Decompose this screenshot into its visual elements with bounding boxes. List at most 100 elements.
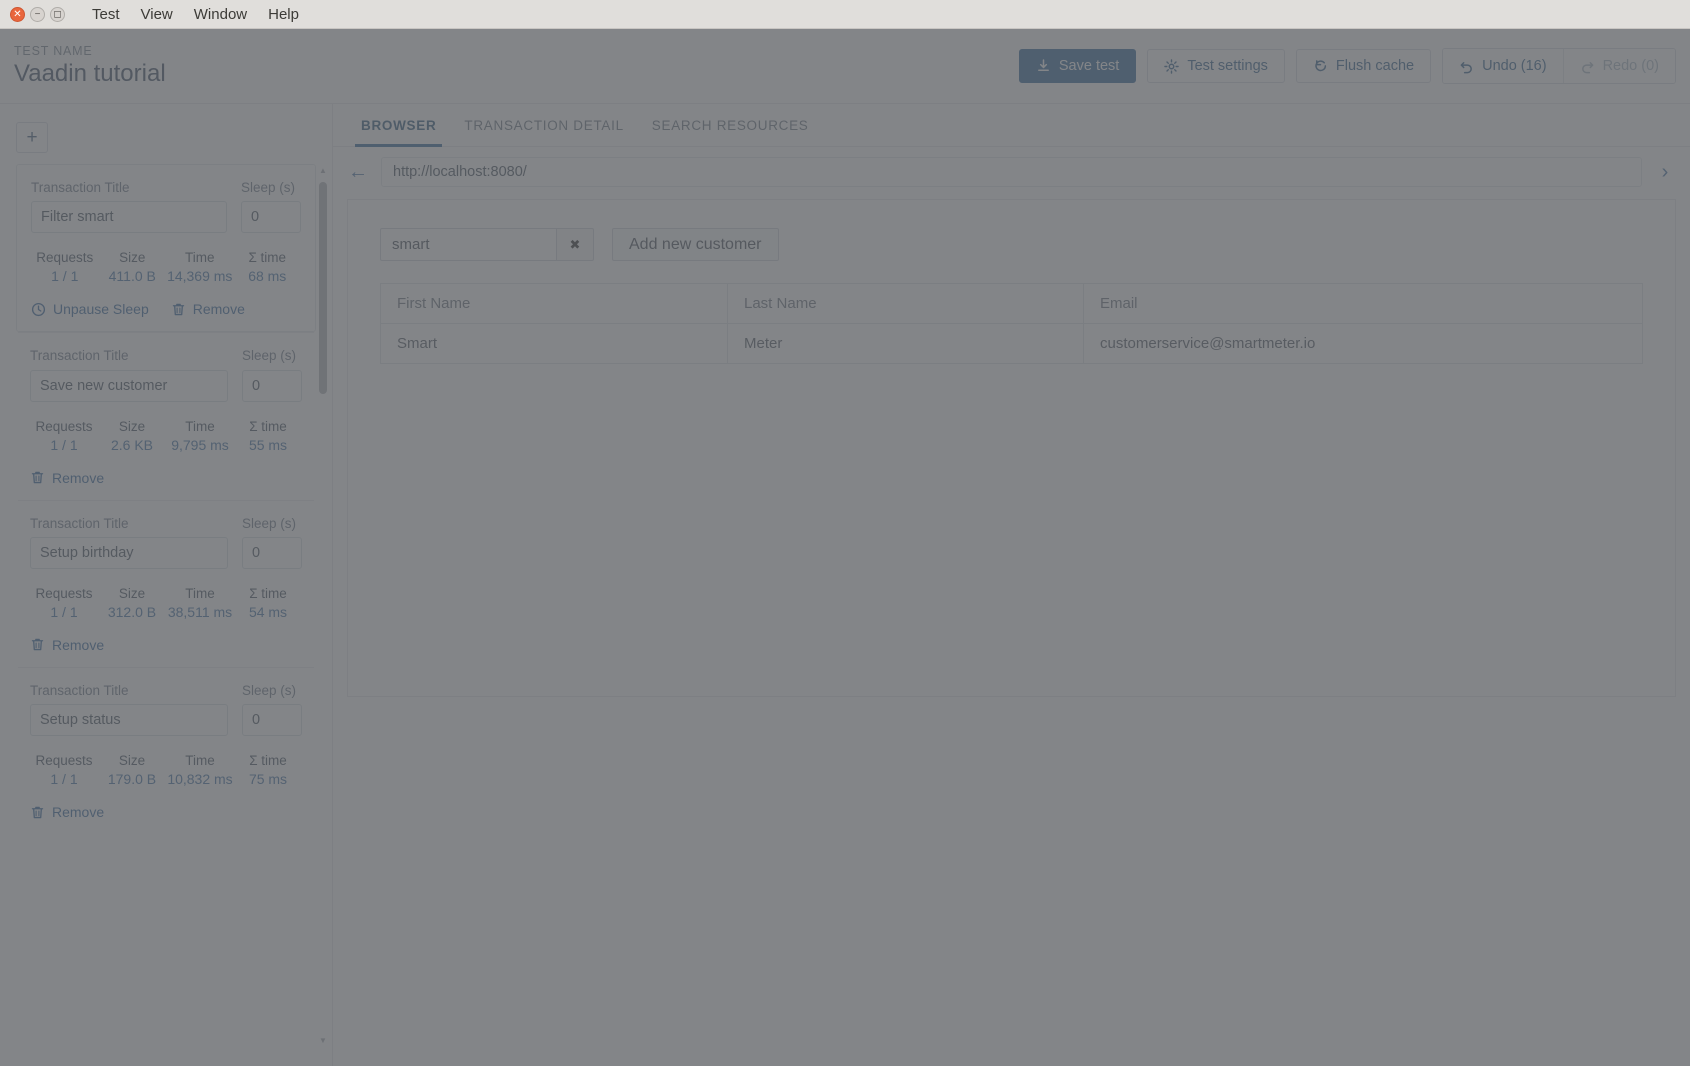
loader-bar bbox=[1014, 392, 1023, 432]
transaction-stats: Requests 1 / 1 Size 411.0 B Time 14,369 ms Σ t… bbox=[31, 250, 301, 284]
sleep-field: Sleep (s) 0 bbox=[241, 179, 301, 234]
stat-time: Time 38,511 ms bbox=[167, 585, 233, 620]
customer-search: smart ✖ bbox=[380, 228, 594, 261]
flush-icon bbox=[1313, 59, 1328, 74]
unpause-sleep-action[interactable]: Unpause Sleep bbox=[31, 301, 149, 317]
transaction-title-field: Transaction Title Setup status bbox=[30, 682, 228, 737]
sleep-input[interactable]: 0 bbox=[242, 704, 302, 737]
sleep-label: Sleep (s) bbox=[241, 180, 296, 195]
stat-requests: Requests 1 / 1 bbox=[36, 250, 94, 285]
redo-icon bbox=[1580, 59, 1595, 74]
loading-indicator-icon bbox=[348, 368, 1675, 432]
stat-size: Size 312.0 B bbox=[107, 585, 157, 620]
main-panel: BROWSER TRANSACTION DETAIL SEARCH RESOUR… bbox=[333, 104, 1690, 1066]
app-window: TEST NAME Vaadin tutorial Save test Test… bbox=[0, 29, 1690, 1066]
sleep-input[interactable]: 0 bbox=[241, 201, 301, 234]
stat-requests: Requests 1 / 1 bbox=[35, 753, 93, 788]
transaction-card[interactable]: Transaction Title Filter smart Sleep (s) 0 R… bbox=[16, 164, 316, 333]
window-titlebar: ✕ − ◻ Test View Window Help bbox=[0, 0, 1690, 29]
sleep-field: Sleep (s) 0 bbox=[242, 515, 302, 569]
transaction-stats: Requests 1 / 1 Size 312.0 B Time 38,511 ms Σ t… bbox=[30, 586, 302, 620]
window-controls: ✕ − ◻ bbox=[10, 6, 65, 22]
menu-item-help[interactable]: Help bbox=[268, 6, 299, 23]
transaction-title-label: Transaction Title bbox=[30, 682, 129, 698]
sidebar-scrollbar[interactable]: ▲ ▼ bbox=[316, 164, 330, 1046]
transaction-title-input[interactable]: Filter smart bbox=[31, 201, 227, 234]
transaction-title-field: Transaction Title Setup birthday bbox=[30, 515, 228, 569]
close-icon[interactable]: ✕ bbox=[10, 6, 25, 22]
menu-item-test[interactable]: Test bbox=[92, 6, 120, 23]
remove-transaction-action[interactable]: Remove bbox=[30, 804, 104, 820]
redo-button: Redo (0) bbox=[1562, 49, 1675, 83]
menu-item-view[interactable]: View bbox=[141, 6, 173, 23]
test-name-label: TEST NAME bbox=[14, 44, 93, 58]
transaction-card[interactable]: Transaction Title Setup status Sleep (s) 0 R… bbox=[16, 668, 316, 834]
remove-transaction-action[interactable]: Remove bbox=[30, 470, 104, 486]
maximize-icon[interactable]: ◻ bbox=[50, 6, 65, 22]
search-input[interactable]: smart bbox=[380, 228, 556, 261]
grid-col-email[interactable]: Email bbox=[1084, 284, 1642, 324]
clear-x-icon[interactable]: ✖ bbox=[556, 228, 594, 261]
scroll-up-icon[interactable]: ▲ bbox=[316, 164, 330, 176]
stat-time: Time 10,832 ms bbox=[167, 753, 233, 788]
header-toolbar: Save test Test settings Flush cache Undo… bbox=[1018, 48, 1676, 84]
remove-label: Remove bbox=[52, 804, 105, 821]
transaction-fields: Transaction Title Save new customer Sleep … bbox=[30, 347, 302, 402]
flush-cache-button[interactable]: Flush cache bbox=[1295, 49, 1432, 83]
tab-browser[interactable]: BROWSER bbox=[347, 104, 450, 147]
grid-col-first-name[interactable]: First Name bbox=[381, 284, 728, 324]
stat-sum-time: Σ time 75 ms bbox=[248, 753, 288, 788]
flush-cache-label: Flush cache bbox=[1335, 58, 1415, 74]
remove-transaction-action[interactable]: Remove bbox=[30, 637, 104, 653]
transaction-fields: Transaction Title Setup birthday Sleep (s)… bbox=[30, 515, 302, 569]
trash-icon bbox=[30, 637, 45, 652]
sleep-input[interactable]: 0 bbox=[242, 369, 302, 402]
transaction-title-field: Transaction Title Filter smart bbox=[31, 179, 227, 234]
main-tabs: BROWSER TRANSACTION DETAIL SEARCH RESOUR… bbox=[333, 104, 1690, 147]
transaction-title-label: Transaction Title bbox=[31, 180, 130, 195]
sleep-input[interactable]: 0 bbox=[242, 536, 302, 569]
add-transaction-button[interactable]: + bbox=[16, 122, 48, 153]
trash-icon bbox=[30, 470, 45, 485]
transaction-stats: Requests 1 / 1 Size 2.6 KB Time 9,795 ms Σ tim… bbox=[30, 419, 302, 453]
tab-transaction-detail[interactable]: TRANSACTION DETAIL bbox=[450, 104, 637, 146]
transaction-title-input[interactable]: Save new customer bbox=[30, 369, 228, 402]
tab-search-resources[interactable]: SEARCH RESOURCES bbox=[638, 104, 823, 146]
stat-time: Time 9,795 ms bbox=[171, 418, 229, 453]
transaction-card[interactable]: Transaction Title Setup birthday Sleep (s)… bbox=[16, 501, 316, 667]
minimize-icon[interactable]: − bbox=[30, 6, 45, 22]
transaction-title-label: Transaction Title bbox=[30, 348, 129, 364]
menu-item-window[interactable]: Window bbox=[194, 6, 247, 23]
trash-icon bbox=[30, 805, 45, 820]
grid-col-last-name[interactable]: Last Name bbox=[728, 284, 1084, 324]
remove-label: Remove bbox=[52, 469, 105, 486]
app-body: + Transaction Title Filter smart Sleep (s)… bbox=[0, 104, 1690, 1066]
arrow-left-icon[interactable]: ← bbox=[347, 162, 369, 182]
loader-bar bbox=[972, 414, 981, 432]
stat-requests: Requests 1 / 1 bbox=[35, 418, 93, 453]
test-settings-button[interactable]: Test settings bbox=[1147, 49, 1285, 83]
test-settings-label: Test settings bbox=[1187, 58, 1268, 74]
scroll-down-icon[interactable]: ▼ bbox=[316, 1034, 330, 1046]
url-input[interactable]: http://localhost:8080/ bbox=[381, 157, 1642, 187]
undo-button[interactable]: Undo (16) bbox=[1443, 49, 1563, 83]
add-new-customer-button[interactable]: Add new customer bbox=[612, 228, 779, 261]
test-identity: TEST NAME Vaadin tutorial bbox=[14, 44, 166, 88]
arrow-right-icon[interactable]: › bbox=[1654, 162, 1676, 182]
remove-transaction-action[interactable]: Remove bbox=[171, 301, 245, 317]
transaction-actions: Unpause Sleep Remove bbox=[31, 301, 301, 317]
loader-bar bbox=[1042, 374, 1051, 432]
save-test-button[interactable]: Save test bbox=[1018, 49, 1137, 83]
cell-first-name: Smart bbox=[381, 324, 728, 364]
table-row[interactable]: Smart Meter customerservice@smartmeter.i… bbox=[381, 324, 1642, 364]
transaction-title-input[interactable]: Setup status bbox=[30, 704, 228, 737]
loader-bar bbox=[1028, 380, 1037, 432]
stat-sum-time: Σ time 68 ms bbox=[248, 250, 287, 285]
transaction-title-input[interactable]: Setup birthday bbox=[30, 536, 228, 569]
stat-size: Size 179.0 B bbox=[107, 753, 157, 788]
stat-time: Time 14,369 ms bbox=[167, 250, 233, 285]
scrollbar-thumb[interactable] bbox=[319, 182, 327, 394]
sleep-label: Sleep (s) bbox=[242, 348, 297, 364]
transaction-card[interactable]: Transaction Title Save new customer Sleep … bbox=[16, 333, 316, 499]
transaction-title-label: Transaction Title bbox=[30, 515, 129, 531]
